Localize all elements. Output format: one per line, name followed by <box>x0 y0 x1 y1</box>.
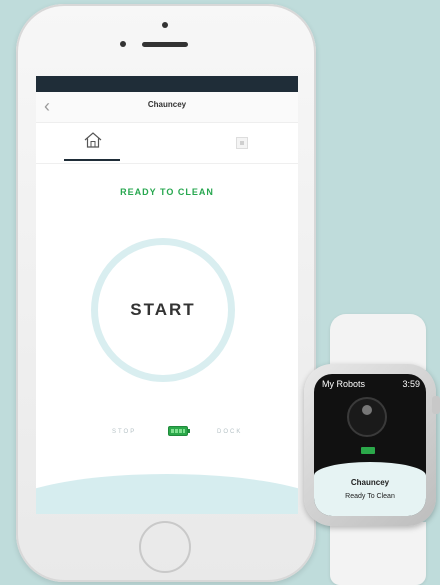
battery-icon <box>168 426 190 436</box>
home-button[interactable] <box>139 521 191 573</box>
nav-bar: ‹ Chauncey <box>36 92 298 123</box>
stop-button[interactable]: STOP <box>112 429 136 435</box>
front-camera <box>162 22 168 28</box>
phone-device: ‹ Chauncey READY TO CLEAN START STOP DOC… <box>16 4 316 582</box>
status-bar <box>36 76 298 92</box>
watch-time: 3:59 <box>402 379 420 389</box>
watch-robot-card[interactable] <box>314 462 426 516</box>
nav-title: Chauncey <box>147 100 187 109</box>
decorative-wave <box>36 474 298 514</box>
tab-bar <box>36 123 298 164</box>
tab-home[interactable] <box>64 123 120 161</box>
start-button[interactable]: START <box>91 238 235 382</box>
watch-crown[interactable] <box>432 396 440 414</box>
watch-header-title: My Robots <box>322 379 366 389</box>
watch-band-top <box>330 314 426 370</box>
earpiece-speaker <box>142 42 188 47</box>
phone-screen: ‹ Chauncey READY TO CLEAN START STOP DOC… <box>36 76 298 514</box>
home-icon <box>84 132 102 148</box>
watch-band-bottom <box>330 522 426 585</box>
active-tab-indicator <box>64 159 120 161</box>
status-label: READY TO CLEAN <box>120 187 214 197</box>
map-icon[interactable] <box>236 137 248 149</box>
dock-button[interactable]: DOCK <box>217 429 242 435</box>
watch-battery-icon <box>361 447 375 454</box>
robot-image[interactable] <box>347 397 387 437</box>
watch-robot-status: Ready To Clean <box>345 493 395 500</box>
watch-robot-name: Chauncey <box>350 478 390 487</box>
proximity-sensor <box>120 41 126 47</box>
watch-screen: My Robots 3:59 Chauncey Ready To Clean <box>314 374 426 516</box>
